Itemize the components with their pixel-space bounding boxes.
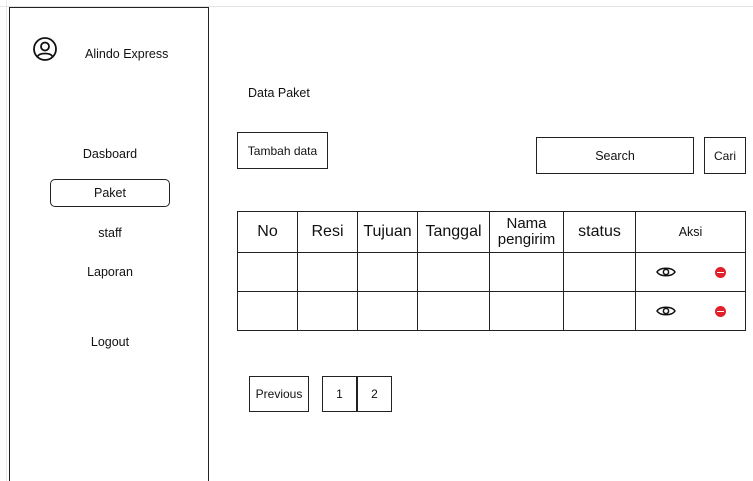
search-button[interactable]: Cari [704,137,746,174]
column-header-aksi: Aksi [635,211,746,253]
column-header-status[interactable]: status [563,211,636,253]
actions-cell [635,252,746,292]
remove-icon[interactable] [714,305,726,317]
column-header-no[interactable]: No [237,211,298,253]
brand-name: Alindo Express [85,47,169,61]
sidebar-item-logout[interactable]: Logout [50,328,170,356]
pagination-previous-button[interactable]: Previous [249,376,309,412]
table-cell [563,291,636,331]
actions-cell [635,291,746,331]
sidebar-item-staff[interactable]: staff [50,219,170,247]
remove-icon[interactable] [714,266,726,278]
table-cell [237,252,298,292]
sidebar-item-paket[interactable]: Paket [50,179,170,207]
sidebar: Alindo Express Dasboard Paket staff Lapo… [9,7,209,481]
user-avatar-icon[interactable] [33,37,57,61]
guide-line [6,0,7,481]
table-row [237,291,746,331]
sidebar-item-dasboard[interactable]: Dasboard [50,140,170,168]
table-cell [417,291,490,331]
table-cell [297,291,358,331]
table-cell [489,291,564,331]
table-cell [563,252,636,292]
column-header-tanggal[interactable]: Tanggal [417,211,490,253]
data-table: No Resi Tujuan Tanggal Nama pengirim sta… [237,211,746,331]
eye-icon[interactable] [655,304,676,318]
column-header-tujuan[interactable]: Tujuan [357,211,418,253]
table-row [237,252,746,292]
eye-icon[interactable] [655,265,676,279]
column-header-nama-pengirim[interactable]: Nama pengirim [489,211,564,253]
pagination-page-2[interactable]: 2 [357,376,392,412]
table-cell [237,291,298,331]
table-cell [297,252,358,292]
table-cell [489,252,564,292]
add-data-button[interactable]: Tambah data [237,132,328,169]
search-input[interactable]: Search [536,137,694,174]
table-cell [357,252,418,292]
pagination-page-1[interactable]: 1 [322,376,357,412]
table-cell [417,252,490,292]
page-title: Data Paket [248,86,310,100]
sidebar-item-laporan[interactable]: Laporan [50,258,170,286]
table-cell [357,291,418,331]
column-header-resi[interactable]: Resi [297,211,358,253]
